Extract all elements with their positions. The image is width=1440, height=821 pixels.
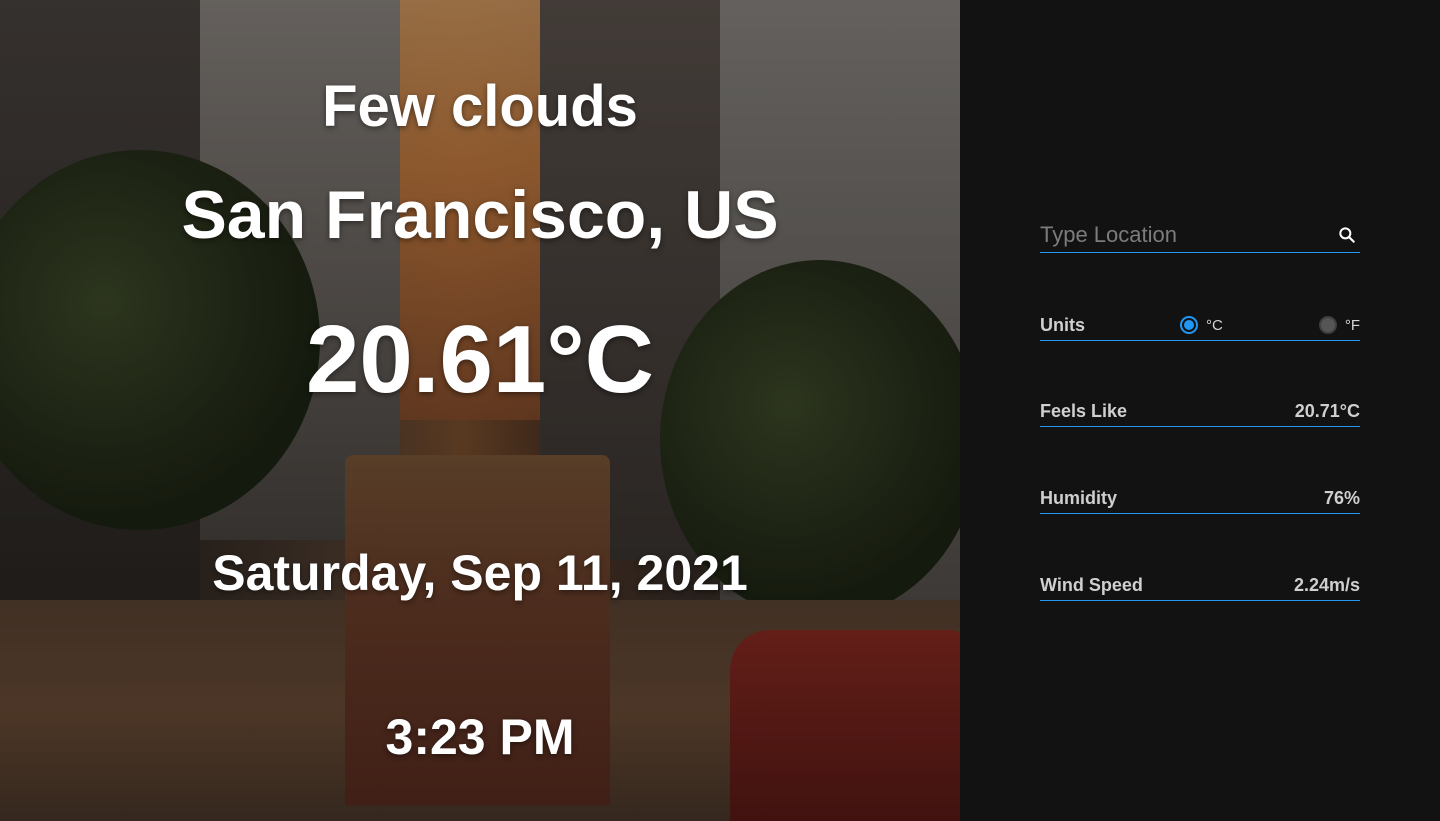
wind-speed-value: 2.24m/s <box>1293 574 1360 595</box>
feels-like-value: 20.71°C <box>1294 400 1360 421</box>
units-radio-group: °C °F <box>1180 316 1360 334</box>
location-search-input[interactable] <box>1040 218 1334 252</box>
wind-speed-label: Wind Speed <box>1040 574 1143 595</box>
feels-like-row: Feels Like 20.71°C <box>1040 396 1360 427</box>
humidity-row: Humidity 76% <box>1040 483 1360 514</box>
unit-option-celsius[interactable]: °C <box>1180 316 1223 334</box>
units-label: Units <box>1040 314 1085 335</box>
unit-option-label: °C <box>1206 316 1223 334</box>
current-time: 3:23 PM <box>385 709 575 765</box>
weather-app: Few clouds San Francisco, US 20.61°C Sat… <box>0 0 1440 821</box>
location-search <box>1040 218 1360 253</box>
weather-hero-panel: Few clouds San Francisco, US 20.61°C Sat… <box>0 0 960 821</box>
unit-option-fahrenheit[interactable]: °F <box>1318 316 1360 334</box>
radio-selected-icon[interactable] <box>1180 316 1198 334</box>
radio-unselected-icon[interactable] <box>1318 316 1337 334</box>
units-row: Units °C °F <box>1040 310 1360 341</box>
feels-like-label: Feels Like <box>1040 400 1128 421</box>
search-icon[interactable] <box>1334 222 1360 248</box>
current-temperature: 20.61°C <box>306 306 654 413</box>
weather-details-sidebar: Units °C °F Feels Like 20.71°C Humidity … <box>960 0 1440 821</box>
weather-condition: Few clouds <box>322 74 638 139</box>
unit-option-label: °F <box>1344 316 1360 334</box>
current-date: Saturday, Sep 11, 2021 <box>212 545 748 601</box>
wind-speed-row: Wind Speed 2.24m/s <box>1040 570 1360 601</box>
humidity-label: Humidity <box>1040 487 1118 508</box>
location-name: San Francisco, US <box>181 177 779 253</box>
humidity-value: 76% <box>1323 487 1360 508</box>
